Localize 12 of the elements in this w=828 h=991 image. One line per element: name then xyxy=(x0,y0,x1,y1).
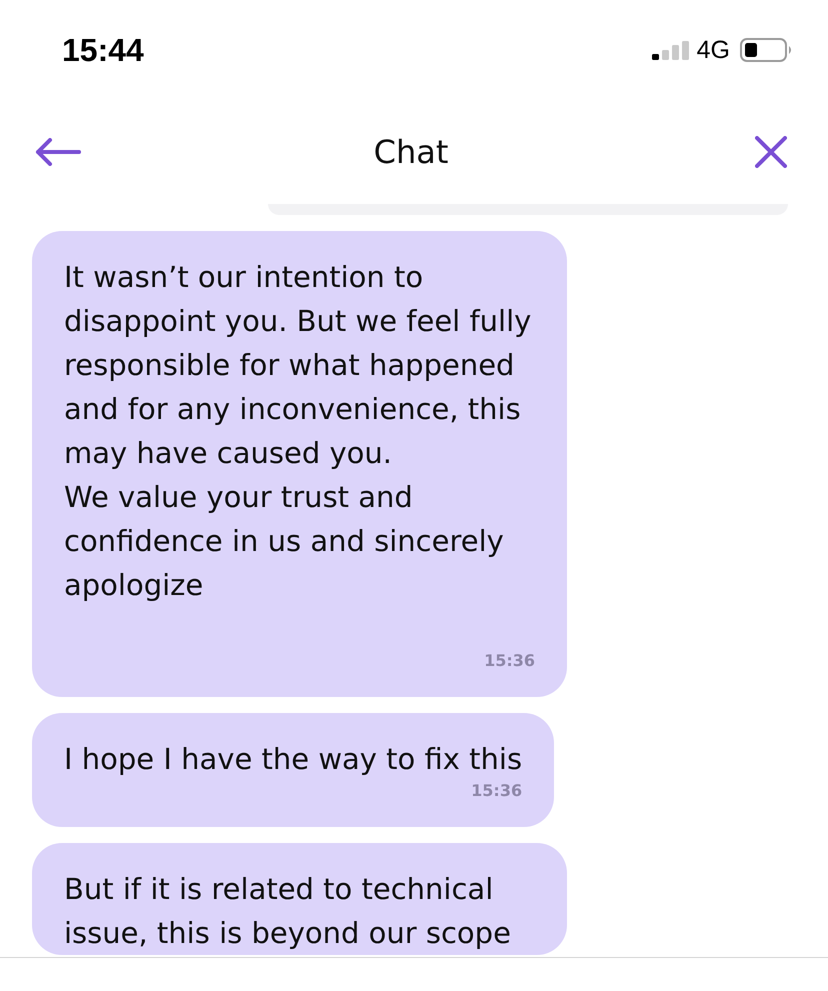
message-time: 15:36 xyxy=(484,651,535,671)
signal-icon xyxy=(652,40,690,60)
message-time: 15:36 xyxy=(471,781,522,801)
header-title: Chat xyxy=(374,136,448,168)
message-text: I hope I have the way to fix this xyxy=(64,741,522,778)
back-arrow-icon[interactable] xyxy=(35,138,81,166)
status-time: 15:44 xyxy=(62,34,144,66)
network-label: 4G xyxy=(696,38,730,62)
message-text: But if it is related to technical issue, this is beyond our scope xyxy=(64,871,512,952)
battery-icon xyxy=(740,38,793,62)
message-text: It wasn’t our intention to disappoint you. But we feel fully responsible for what happened and for any inconvenience, this may have caused you. We value your trust and confidence in us and sincerely apologize xyxy=(64,259,532,604)
close-icon[interactable] xyxy=(755,136,787,168)
